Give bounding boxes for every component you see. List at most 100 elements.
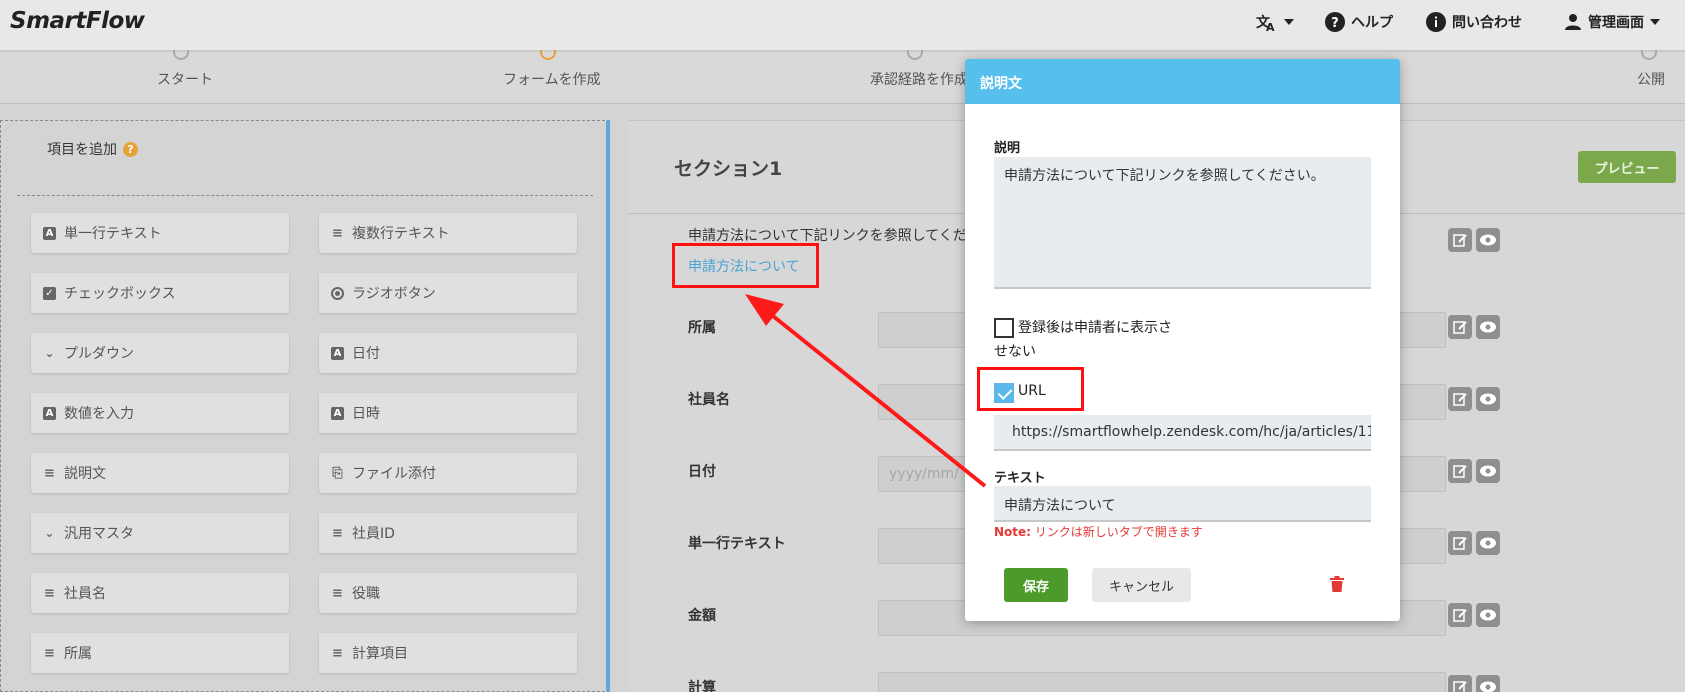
row-label-employee-name: 社員名 [688,392,730,408]
modal-title: 説明文 [965,59,1400,104]
text-a-icon: A [331,346,344,360]
add-number-input[interactable]: A 数値を入力 [31,393,289,433]
add-pulldown[interactable]: ⌄ プルダウン [31,333,289,373]
url-input[interactable]: https://smartflowhelp.zendesk.com/hc/ja/… [994,415,1371,451]
chevron-down-icon [1284,19,1294,25]
help-icon[interactable]: ? [123,141,138,157]
step-dot [1641,50,1657,60]
row-label-amount: 金額 [688,608,716,624]
add-radio-button[interactable]: ラジオボタン [319,273,577,313]
edit-icon[interactable] [1448,675,1472,692]
add-checkbox[interactable]: ✓ チェックボックス [31,273,289,313]
progress-stepper: スタート フォームを作成 承認経路を作成 公開 [0,50,1685,104]
row-label-department: 所属 [688,320,716,336]
row-actions [1448,315,1500,339]
step-create-form[interactable]: フォームを作成 [503,69,601,89]
step-dot-active [540,50,556,60]
lines-icon: ≡ [44,645,55,661]
edit-icon[interactable] [1448,603,1472,627]
app-logo[interactable]: SmartFlow [10,8,145,34]
text-a-icon: A [43,406,56,420]
eye-icon[interactable] [1476,315,1500,339]
translate-icon: 文 A [1256,14,1275,32]
step-approval-route[interactable]: 承認経路を作成 [870,69,968,89]
add-field-panel: 項目を追加 ? A 単一行テキスト ≡ 複数行テキスト ✓ チェックボックス ラジオボ… [0,120,610,692]
description-text: 申請方法について下記リンクを参照してくだ [688,228,967,244]
language-menu[interactable]: 文 A [1256,10,1294,34]
lines-icon: ≡ [332,525,343,541]
link-text-input[interactable]: 申請方法について [994,486,1371,522]
eye-icon[interactable] [1476,387,1500,411]
row-actions [1448,603,1500,627]
app-header: SmartFlow 文 A ? ヘルプ 問い合わせ 管理画面 [0,0,1685,52]
admin-label: 管理画面 [1588,15,1644,31]
svg-text:?: ? [1331,16,1339,31]
eye-icon[interactable] [1476,675,1500,692]
edit-icon[interactable] [1448,315,1472,339]
add-employee-name[interactable]: ≡ 社員名 [31,573,289,613]
add-field-title-text: 項目を追加 [47,142,117,158]
trash-icon[interactable] [1330,576,1344,592]
text-a-icon: A [331,406,344,420]
user-icon [1565,14,1581,30]
add-multi-line-text[interactable]: ≡ 複数行テキスト [319,213,577,253]
radio-icon [331,286,344,300]
admin-menu[interactable]: 管理画面 [1564,10,1660,34]
step-dot [173,50,189,60]
add-position[interactable]: ≡ 役職 [319,573,577,613]
hide-after-register-checkbox[interactable] [994,318,1014,338]
paperclip-icon: ⎘ [332,465,343,481]
contact-label: 問い合わせ [1452,15,1522,31]
lines-icon: ≡ [44,585,55,601]
add-date[interactable]: A 日付 [319,333,577,373]
add-calculation[interactable]: ≡ 計算項目 [319,633,577,673]
edit-icon[interactable] [1448,531,1472,555]
step-publish[interactable]: 公開 [1637,69,1665,89]
edit-icon[interactable] [1448,228,1472,252]
lines-icon: ≡ [332,585,343,601]
description-label: 説明 [994,141,1021,156]
row-actions [1448,387,1500,411]
step-dot [907,50,923,60]
eye-icon[interactable] [1476,459,1500,483]
calculation-field[interactable] [878,672,1446,692]
add-general-master[interactable]: ⌄ 汎用マスタ [31,513,289,553]
edit-icon[interactable] [1448,387,1472,411]
description-edit-modal: 説明文 説明 申請方法について下記リンクを参照してください。 登録後は申請者に表… [965,59,1400,621]
help-circle-icon: ? [1325,12,1345,32]
cancel-button[interactable]: キャンセル [1092,568,1191,602]
add-file-attachment[interactable]: ⎘ ファイル添付 [319,453,577,493]
description-textarea[interactable]: 申請方法について下記リンクを参照してください。 [994,157,1371,289]
divider [17,195,593,196]
edit-icon[interactable] [1448,459,1472,483]
contact-link[interactable]: 問い合わせ [1426,10,1522,34]
section-title[interactable]: セクション1 [674,154,782,181]
save-button[interactable]: 保存 [1004,568,1068,602]
add-department[interactable]: ≡ 所属 [31,633,289,673]
lines-icon: ≡ [44,465,55,481]
add-field-title: 項目を追加 ? [47,139,138,159]
preview-button[interactable]: プレビュー [1578,151,1676,183]
description-row-actions [1448,228,1500,252]
annotation-box-link [672,243,819,288]
eye-icon[interactable] [1476,228,1500,252]
step-start[interactable]: スタート [157,69,213,89]
add-datetime[interactable]: A 日時 [319,393,577,433]
hide-after-register-label-cont: せない [994,344,1036,360]
help-label: ヘルプ [1351,15,1393,31]
add-single-line-text[interactable]: A 単一行テキスト [31,213,289,253]
eye-icon[interactable] [1476,603,1500,627]
text-a-icon: A [43,226,56,240]
lines-icon: ≡ [332,225,343,241]
row-actions [1448,459,1500,483]
annotation-box-url [977,367,1084,411]
help-link[interactable]: ? ヘルプ [1325,10,1393,34]
add-employee-id[interactable]: ≡ 社員ID [319,513,577,553]
row-label-calculation: 計算 [688,680,716,692]
row-actions [1448,675,1500,692]
add-description[interactable]: ≡ 説明文 [31,453,289,493]
eye-icon[interactable] [1476,531,1500,555]
date-placeholder: yyyy/mm/ [889,466,959,482]
row-label-single-line-text: 単一行テキスト [688,536,786,552]
row-actions [1448,531,1500,555]
